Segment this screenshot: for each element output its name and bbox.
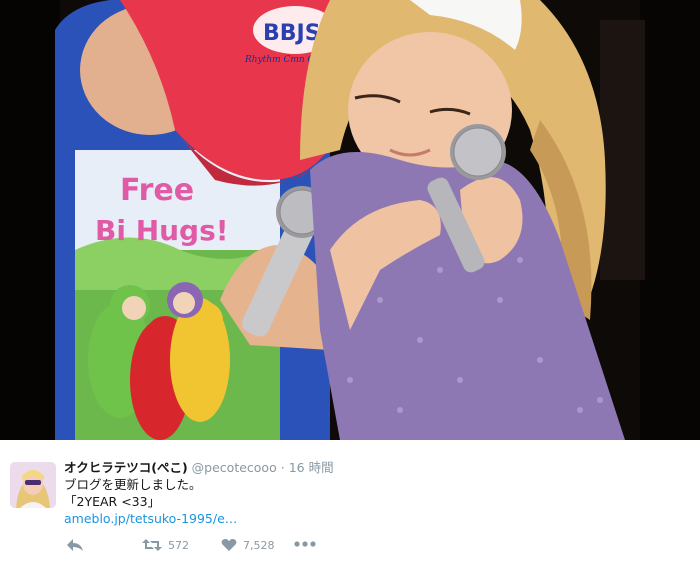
- more-button[interactable]: [294, 541, 316, 547]
- tweet-content: オクヒラテツコ(ぺこ) @pecotecooo · 16 時間 ブログを更新しま…: [64, 460, 688, 527]
- tweet-header: オクヒラテツコ(ぺこ) @pecotecooo · 16 時間: [64, 460, 688, 476]
- cap-logo: BBJS: [263, 21, 321, 46]
- reply-button[interactable]: [66, 538, 84, 552]
- photo-illustration: Free Bi Hugs! BBJS Rhythm Cmn Cmn dumb: [0, 0, 700, 440]
- retweet-button[interactable]: 572: [142, 538, 189, 552]
- tweet-text-line-2: 「2YEAR <33」: [64, 494, 161, 509]
- tweet-card: オクヒラテツコ(ぺこ) @pecotecooo · 16 時間 ブログを更新しま…: [0, 440, 700, 576]
- display-name[interactable]: オクヒラテツコ(ぺこ): [64, 460, 188, 475]
- retweet-count: 572: [168, 538, 189, 552]
- retweet-icon: [142, 539, 162, 551]
- like-button[interactable]: 7,528: [221, 538, 275, 552]
- tweet-text-line-1: ブログを更新しました。: [64, 477, 202, 492]
- like-count: 7,528: [243, 538, 275, 552]
- shirt-text-free: Free: [120, 173, 194, 208]
- screen-name[interactable]: @pecotecooo: [192, 460, 277, 475]
- tweet-photo[interactable]: Free Bi Hugs! BBJS Rhythm Cmn Cmn dumb: [0, 0, 700, 440]
- more-icon: [294, 541, 316, 547]
- timestamp[interactable]: 16 時間: [289, 460, 334, 475]
- heart-icon: [221, 538, 237, 551]
- tweet-link[interactable]: ameblo.jp/tetsuko-1995/e…: [64, 511, 237, 526]
- reply-icon: [67, 539, 83, 551]
- separator-dot: ·: [280, 460, 285, 475]
- shirt-text-hugs: Bi Hugs!: [95, 214, 229, 247]
- avatar[interactable]: [10, 462, 56, 508]
